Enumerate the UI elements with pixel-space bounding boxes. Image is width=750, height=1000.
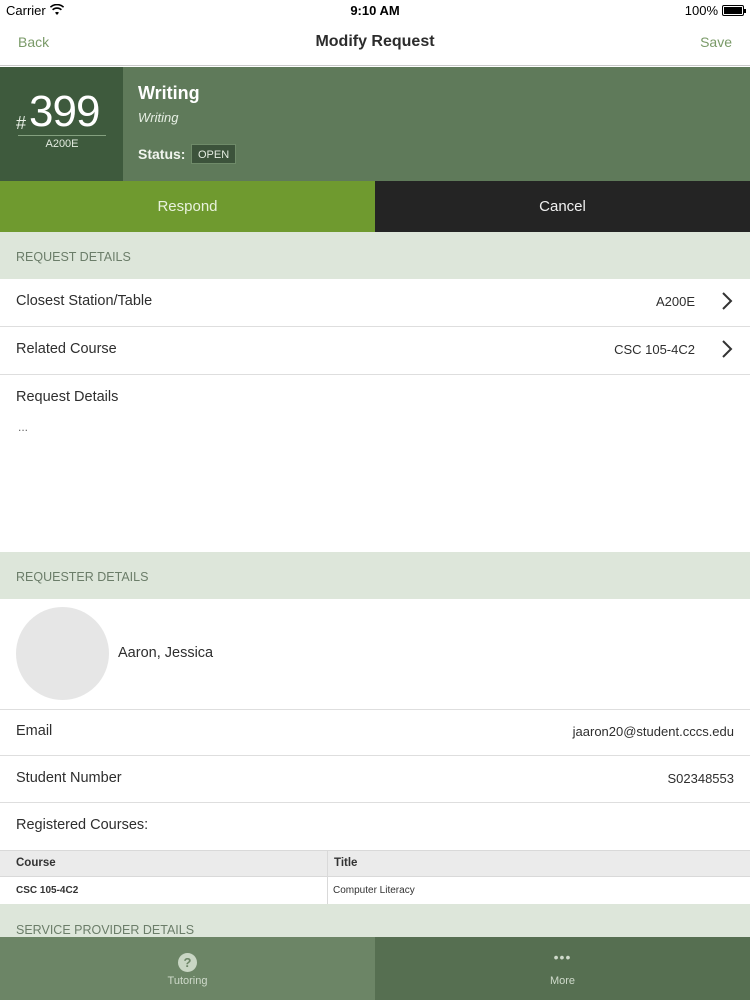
status-badge: OPEN [191,144,237,164]
chevron-right-icon [722,340,733,358]
battery-icon [722,5,746,16]
request-station: A200E [18,135,106,150]
student-number-row: Student Number S02348553 [0,756,750,803]
title-cell: Computer Literacy [333,885,415,896]
chevron-right-icon [722,292,733,310]
request-details-label: Request Details [16,389,119,405]
more-dots-icon: ••• [553,949,572,965]
related-course-label: Related Course [16,341,117,357]
status-label: Status: [138,146,186,162]
navigation-bar: Back Modify Request Save [0,22,750,66]
tab-bar: ? Tutoring ••• More [0,937,750,1000]
email-label: Email [16,723,53,739]
email-value[interactable]: jaaron20@student.cccs.edu [573,724,734,739]
tab-tutoring[interactable]: ? Tutoring [0,937,375,1000]
hash-symbol: # [16,113,27,133]
request-subtype: Writing [138,110,179,125]
page-title: Modify Request [315,33,435,50]
request-details-header: REQUEST DETAILS [0,232,750,279]
course-column-header: Course [16,857,56,869]
status-bar: Carrier 9:10 AM 100% [0,0,750,22]
service-provider-header: SERVICE PROVIDER DETAILS [0,904,750,937]
requester-details-header: REQUESTER DETAILS [0,552,750,599]
course-cell: CSC 105-4C2 [16,885,79,896]
avatar [16,607,109,700]
tab-tutoring-label: Tutoring [167,975,208,987]
cancel-button[interactable]: Cancel [375,181,750,232]
request-type: Writing [138,83,200,103]
registered-courses-row: Registered Courses: [0,803,750,850]
request-number: 399 [29,87,100,136]
title-column-header: Title [334,857,358,869]
courses-table-header: Course Title [0,850,750,877]
tab-more-label: More [549,975,576,987]
request-header: # 399 A200E Writing Writing Status: OPEN [0,67,750,181]
tab-more[interactable]: ••• More [375,937,750,1000]
email-row: Email jaaron20@student.cccs.edu [0,710,750,756]
related-course-value: CSC 105-4C2 [614,342,695,357]
question-icon: ? [178,953,197,972]
registered-courses-label: Registered Courses: [16,817,149,833]
closest-station-value: A200E [655,294,695,309]
respond-button[interactable]: Respond [0,181,375,232]
related-course-row[interactable]: Related Course CSC 105-4C2 [0,327,750,375]
column-divider [327,850,328,904]
request-details-text[interactable]: ... [18,420,28,434]
request-id-box: # 399 A200E [0,67,123,181]
action-buttons: Respond Cancel [0,181,750,232]
student-number-value: S02348553 [667,771,734,786]
student-number-label: Student Number [16,770,122,786]
save-button[interactable]: Save [700,34,732,50]
closest-station-label: Closest Station/Table [16,293,153,309]
requester-row [0,599,750,710]
table-row: CSC 105-4C2 Computer Literacy [0,877,750,904]
requester-name: Aaron, Jessica [118,645,214,661]
battery-percent: 100% [684,3,718,18]
closest-station-row[interactable]: Closest Station/Table A200E [0,279,750,327]
clock: 9:10 AM [350,3,400,18]
request-details-field[interactable]: Request Details [0,375,750,552]
